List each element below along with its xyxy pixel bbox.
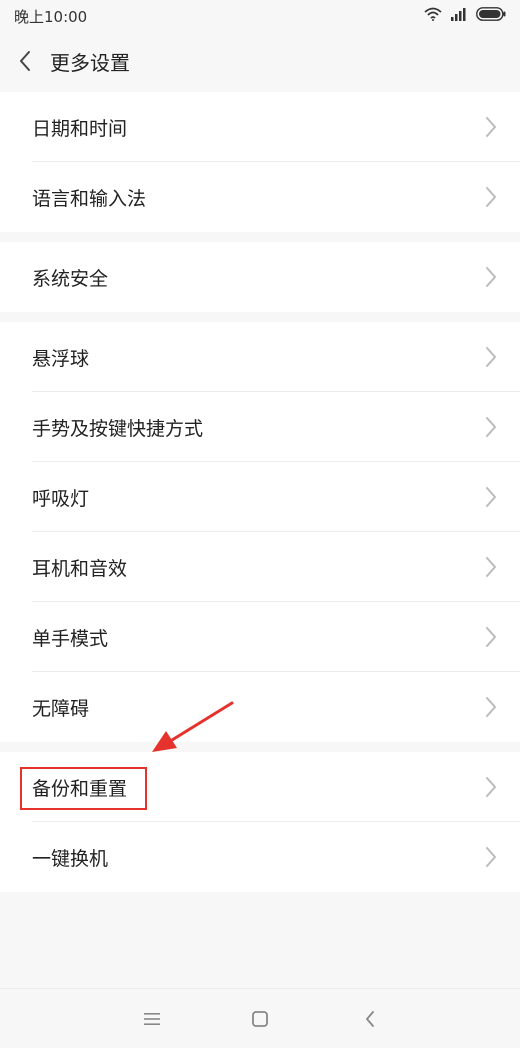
chevron-right-icon [484,486,498,508]
list-item-system-security[interactable]: 系统安全 [0,242,520,312]
settings-section-3: 悬浮球 手势及按键快捷方式 呼吸灯 耳机和音效 单手模式 无障碍 [0,322,520,742]
signal-icon [450,6,468,25]
chevron-right-icon [484,776,498,798]
list-item-label: 单手模式 [32,628,109,650]
list-item-one-handed-mode[interactable]: 单手模式 [0,602,520,672]
list-item-label: 手势及按键快捷方式 [32,418,204,440]
back-icon[interactable] [358,1007,382,1031]
menu-icon[interactable] [140,1007,164,1031]
chevron-left-icon[interactable] [10,42,40,80]
status-time: 晚上10:00 [14,8,88,26]
status-icons [424,6,506,24]
chevron-right-icon [484,416,498,438]
list-item-label: 语言和输入法 [32,188,147,210]
title-bar: 更多设置 [0,30,520,92]
list-item-label: 呼吸灯 [32,488,90,510]
list-item-notification-light[interactable]: 呼吸灯 [0,462,520,532]
status-bar: 晚上10:00 [0,0,520,30]
list-item-headphones-audio[interactable]: 耳机和音效 [0,532,520,602]
list-item-gesture-shortcuts[interactable]: 手势及按键快捷方式 [0,392,520,462]
annotation-highlight-box [20,767,147,810]
chevron-right-icon [484,186,498,208]
list-item-label: 系统安全 [32,268,109,290]
navigation-bar [0,988,520,1048]
chevron-right-icon [484,846,498,868]
settings-section-1: 日期和时间 语言和输入法 [0,92,520,232]
list-item-language-input[interactable]: 语言和输入法 [0,162,520,232]
list-item-label: 一键换机 [32,848,109,870]
settings-section-2: 系统安全 [0,242,520,312]
list-item-date-time[interactable]: 日期和时间 [0,92,520,162]
chevron-right-icon [484,626,498,648]
list-item-label: 无障碍 [32,698,90,720]
chevron-right-icon [484,346,498,368]
list-item-label: 悬浮球 [32,348,90,370]
home-icon[interactable] [248,1007,272,1031]
chevron-right-icon [484,266,498,288]
battery-icon [476,6,506,25]
page-title: 更多设置 [50,51,130,75]
chevron-right-icon [484,696,498,718]
list-item-floating-ball[interactable]: 悬浮球 [0,322,520,392]
chevron-right-icon [484,116,498,138]
list-item-accessibility[interactable]: 无障碍 [0,672,520,742]
list-item-label: 耳机和音效 [32,558,128,580]
chevron-right-icon [484,556,498,578]
list-item-label: 日期和时间 [32,118,128,140]
list-item-phone-migration[interactable]: 一键换机 [0,822,520,892]
wifi-icon [424,6,442,25]
